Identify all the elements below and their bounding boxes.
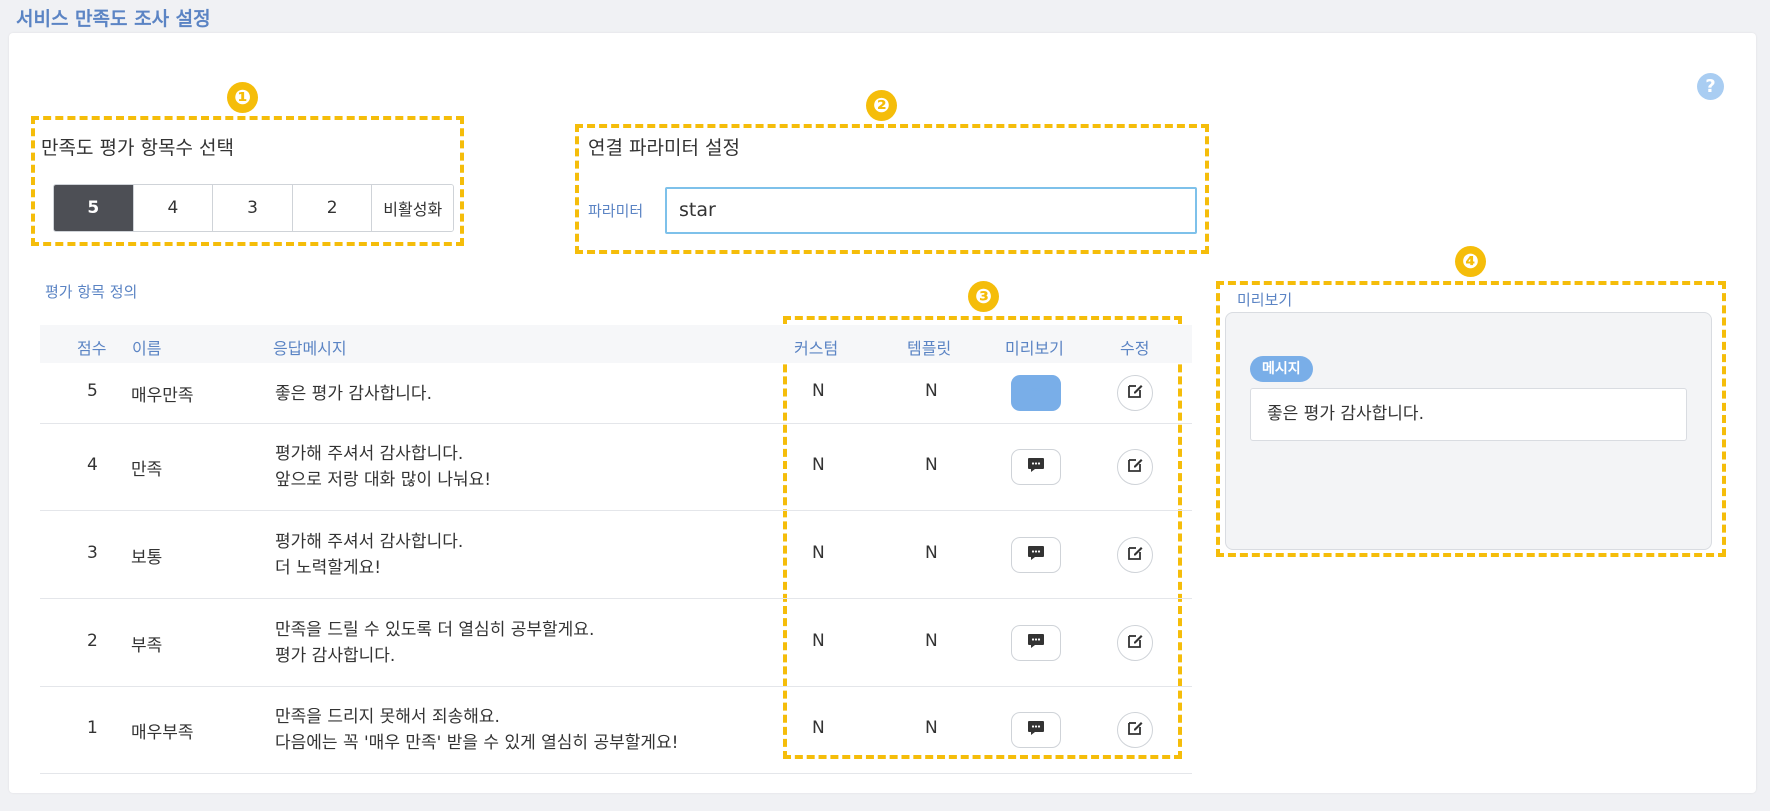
row-template: N <box>925 718 938 738</box>
chat-bubble-icon <box>1027 633 1045 654</box>
edit-button[interactable] <box>1117 375 1153 411</box>
table-row: 2 부족 만족을 드릴 수 있도록 더 열심히 공부할게요. 평가 감사합니다. N N <box>40 599 1192 687</box>
preview-panel: 메시지 좋은 평가 감사합니다. <box>1225 312 1712 550</box>
row-message: 만족을 드릴 수 있도록 더 열심히 공부할게요. 평가 감사합니다. <box>275 617 594 669</box>
row-message-line: 만족을 드릴 수 있도록 더 열심히 공부할게요. <box>275 620 595 640</box>
table-header: 점수 이름 응답메시지 커스텀 템플릿 미리보기 수정 <box>40 325 1192 363</box>
row-custom: N <box>812 631 825 651</box>
row-message-line: 더 노력할게요! <box>275 558 382 578</box>
row-name: 매우부족 <box>131 723 194 743</box>
marker-3: ❸ <box>968 281 999 312</box>
row-name: 매우만족 <box>131 386 194 406</box>
col-score: 점수 <box>77 339 107 358</box>
row-template: N <box>925 543 938 563</box>
table-row: 3 보통 평가해 주셔서 감사합니다. 더 노력할게요! N N <box>40 511 1192 599</box>
row-message-line: 평가해 주셔서 감사합니다. <box>275 532 464 552</box>
row-template: N <box>925 381 938 401</box>
row-score: 3 <box>87 543 98 563</box>
row-message-line: 좋은 평가 감사합니다. <box>275 384 432 404</box>
row-name: 보통 <box>131 548 163 568</box>
parameter-field-label: 파라미터 <box>588 202 644 220</box>
help-icon[interactable]: ? <box>1697 73 1724 100</box>
col-edit: 수정 <box>1120 339 1150 358</box>
page-title: 서비스 만족도 조사 설정 <box>16 8 211 30</box>
col-preview: 미리보기 <box>1005 339 1064 358</box>
col-custom: 커스텀 <box>794 339 839 358</box>
chat-bubble-icon <box>1027 383 1045 404</box>
preview-button[interactable] <box>1011 375 1061 411</box>
edit-icon <box>1126 382 1144 405</box>
edit-icon <box>1126 456 1144 479</box>
col-name: 이름 <box>132 339 162 358</box>
count-select-label: 만족도 평가 항목수 선택 <box>41 137 234 159</box>
row-message: 좋은 평가 감사합니다. <box>275 381 432 407</box>
row-custom: N <box>812 543 825 563</box>
table-row: 4 만족 평가해 주셔서 감사합니다. 앞으로 저랑 대화 많이 나눠요! N N <box>40 424 1192 511</box>
marker-4: ❹ <box>1455 246 1486 277</box>
row-message: 평가해 주셔서 감사합니다. 더 노력할게요! <box>275 529 463 581</box>
row-score: 2 <box>87 631 98 651</box>
row-message-line: 다음에는 꼭 '매우 만족' 받을 수 있게 열심히 공부할게요! <box>275 733 679 753</box>
row-message-line: 평가해 주셔서 감사합니다. <box>275 444 464 464</box>
edit-button[interactable] <box>1117 537 1153 573</box>
edit-button[interactable] <box>1117 625 1153 661</box>
row-message-line: 앞으로 저랑 대화 많이 나눠요! <box>275 470 492 490</box>
preview-button[interactable] <box>1011 712 1061 748</box>
definition-table: 점수 이름 응답메시지 커스텀 템플릿 미리보기 수정 5 매우만족 좋은 평가 감… <box>40 325 1192 774</box>
count-segmented-control: 5 4 3 2 비활성화 <box>53 184 454 232</box>
row-name: 만족 <box>131 460 163 480</box>
preview-button[interactable] <box>1011 625 1061 661</box>
count-option-4[interactable]: 4 <box>133 185 214 231</box>
chat-bubble-icon <box>1027 457 1045 478</box>
row-score: 1 <box>87 718 98 738</box>
row-name: 부족 <box>131 636 163 656</box>
count-option-5[interactable]: 5 <box>54 185 134 231</box>
edit-icon <box>1126 719 1144 742</box>
marker-2: ❷ <box>866 90 897 121</box>
parameter-section-label: 연결 파라미터 설정 <box>588 137 740 159</box>
row-message-line: 평가 감사합니다. <box>275 646 396 666</box>
row-custom: N <box>812 455 825 475</box>
row-score: 5 <box>87 381 98 401</box>
marker-1: ❶ <box>227 82 258 113</box>
edit-button[interactable] <box>1117 449 1153 485</box>
row-score: 4 <box>87 455 98 475</box>
row-template: N <box>925 631 938 651</box>
chat-bubble-icon <box>1027 545 1045 566</box>
table-row: 1 매우부족 만족을 드리지 못해서 죄송해요. 다음에는 꼭 '매우 만족' 받을 … <box>40 687 1192 774</box>
row-template: N <box>925 455 938 475</box>
message-badge: 메시지 <box>1250 356 1313 382</box>
row-custom: N <box>812 381 825 401</box>
preview-button[interactable] <box>1011 449 1061 485</box>
edit-button[interactable] <box>1117 712 1153 748</box>
row-custom: N <box>812 718 825 738</box>
parameter-input[interactable]: star <box>665 187 1197 234</box>
chat-bubble-icon <box>1027 720 1045 741</box>
edit-icon <box>1126 632 1144 655</box>
row-message-line: 만족을 드리지 못해서 죄송해요. <box>275 707 500 727</box>
row-message: 만족을 드리지 못해서 죄송해요. 다음에는 꼭 '매우 만족' 받을 수 있게 … <box>275 704 678 756</box>
count-option-2[interactable]: 2 <box>292 185 373 231</box>
preview-message: 좋은 평가 감사합니다. <box>1250 388 1687 441</box>
col-message: 응답메시지 <box>273 339 347 358</box>
count-option-3[interactable]: 3 <box>213 185 293 231</box>
preview-button[interactable] <box>1011 537 1061 573</box>
table-row: 5 매우만족 좋은 평가 감사합니다. N N <box>40 363 1192 424</box>
row-message: 평가해 주셔서 감사합니다. 앞으로 저랑 대화 많이 나눠요! <box>275 441 491 493</box>
col-template: 템플릿 <box>907 339 952 358</box>
preview-title: 미리보기 <box>1237 291 1293 309</box>
edit-icon <box>1126 544 1144 567</box>
count-option-disable[interactable]: 비활성화 <box>372 185 453 231</box>
definition-label: 평가 항목 정의 <box>45 283 138 301</box>
